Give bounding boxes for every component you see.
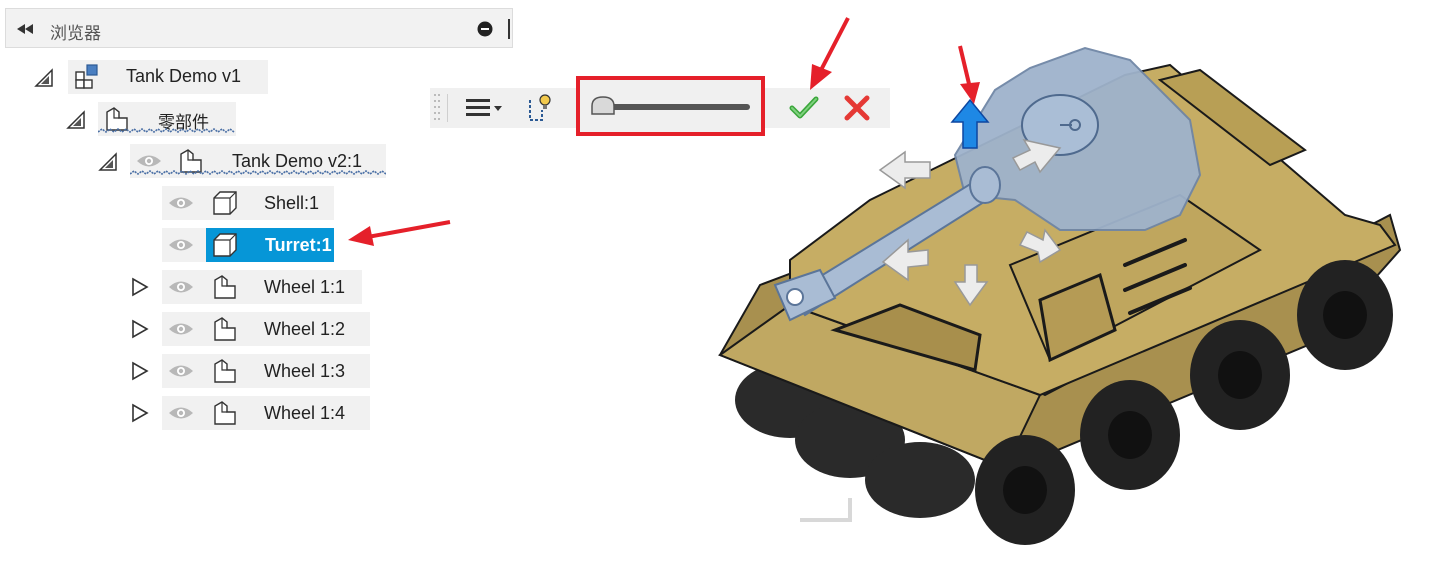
expanded-triangle-icon[interactable] bbox=[98, 152, 118, 172]
eye-visibility-icon[interactable] bbox=[168, 195, 194, 211]
tree-node-label: Shell:1 bbox=[264, 193, 320, 213]
double-left-arrow-icon[interactable] bbox=[16, 22, 34, 36]
component-icon bbox=[214, 275, 236, 299]
dependency-squiggle bbox=[98, 128, 235, 133]
ground-mark bbox=[800, 498, 852, 522]
eye-visibility-icon[interactable] bbox=[168, 405, 194, 421]
slider-track[interactable] bbox=[598, 104, 750, 110]
tree-node-wheel-1-3[interactable]: Wheel 1:3 bbox=[126, 354, 376, 388]
body-icon bbox=[213, 233, 237, 257]
tree-node-shell[interactable]: Shell:1 bbox=[126, 186, 376, 220]
tree-node-wheel-1-4[interactable]: Wheel 1:4 bbox=[126, 396, 376, 430]
eye-visibility-icon[interactable] bbox=[168, 321, 194, 337]
tree-node-wheel-1-1[interactable]: Wheel 1:1 bbox=[126, 270, 376, 304]
tree-node-components-folder[interactable]: 零部件 bbox=[62, 102, 262, 136]
tree-node-label: Wheel 1:3 bbox=[264, 361, 346, 381]
tree-node-wheel-1-2[interactable]: Wheel 1:2 bbox=[126, 312, 376, 346]
design-component-icon bbox=[75, 64, 98, 89]
tree-node-turret[interactable]: Turret:1 bbox=[126, 228, 376, 262]
set-pivot-icon[interactable] bbox=[526, 92, 552, 124]
browser-title: 浏览器 bbox=[50, 24, 101, 44]
collapsed-triangle-icon[interactable] bbox=[130, 403, 150, 423]
red-annotation-arrow bbox=[958, 45, 980, 104]
component-icon bbox=[214, 317, 236, 341]
tree-node-label: Wheel 1:1 bbox=[264, 277, 346, 297]
body-icon bbox=[213, 191, 237, 215]
tree-node-label: Tank Demo v1 bbox=[126, 66, 242, 86]
opacity-slider-highlight bbox=[576, 76, 765, 136]
eye-visibility-icon[interactable] bbox=[136, 153, 162, 169]
browser-panel-header: 浏览器 bbox=[5, 8, 513, 48]
tree-node-label: Wheel 1:2 bbox=[264, 319, 346, 339]
tree-node-root[interactable]: Tank Demo v1 bbox=[30, 60, 270, 94]
slider-thumb[interactable] bbox=[590, 94, 616, 116]
collapsed-triangle-icon[interactable] bbox=[130, 277, 150, 297]
toolbar-grip-icon[interactable] bbox=[430, 88, 444, 128]
list-menu-icon[interactable] bbox=[464, 96, 508, 120]
eye-visibility-icon[interactable] bbox=[168, 363, 194, 379]
red-annotation-arrow bbox=[810, 17, 850, 90]
toolbar-separator bbox=[447, 94, 448, 122]
eye-visibility-icon[interactable] bbox=[168, 237, 194, 253]
component-icon bbox=[214, 401, 236, 425]
tree-node-label: Tank Demo v2:1 bbox=[232, 151, 363, 171]
tree-node-label: Turret:1 bbox=[265, 235, 332, 255]
tree-node-sub-assembly[interactable]: Tank Demo v2:1 bbox=[94, 144, 394, 178]
eye-visibility-icon[interactable] bbox=[168, 279, 194, 295]
dependency-squiggle bbox=[130, 170, 386, 175]
red-x-icon[interactable] bbox=[842, 94, 872, 122]
collapsed-triangle-icon[interactable] bbox=[130, 319, 150, 339]
tree-node-label: Wheel 1:4 bbox=[264, 403, 346, 423]
expanded-triangle-icon[interactable] bbox=[66, 110, 86, 130]
component-icon bbox=[214, 359, 236, 383]
green-check-icon[interactable] bbox=[788, 94, 820, 122]
collapsed-triangle-icon[interactable] bbox=[130, 361, 150, 381]
panel-grip[interactable] bbox=[508, 19, 510, 39]
minus-circle-icon[interactable] bbox=[477, 21, 493, 37]
expanded-triangle-icon[interactable] bbox=[34, 68, 54, 88]
red-annotation-arrow bbox=[348, 220, 451, 246]
